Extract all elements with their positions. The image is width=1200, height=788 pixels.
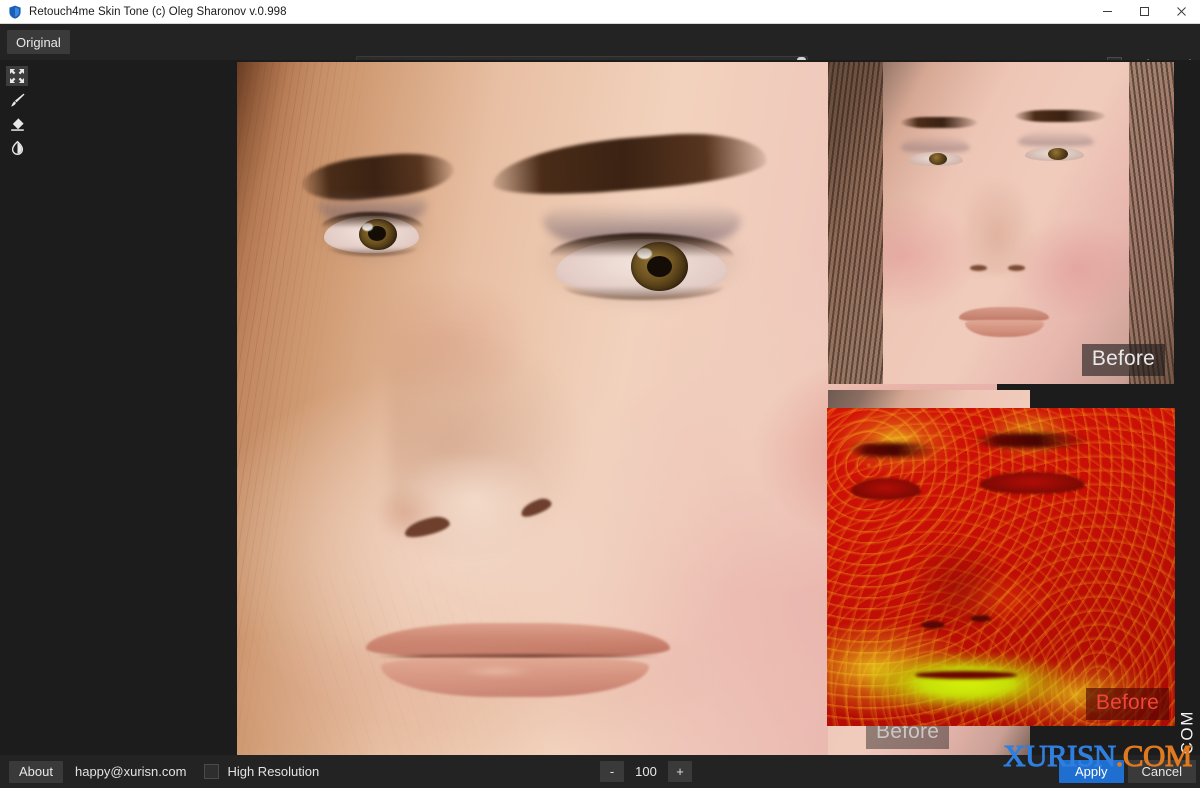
- fit-to-screen-icon[interactable]: [6, 66, 28, 86]
- high-resolution-control[interactable]: High Resolution: [204, 764, 319, 779]
- top-toolbar: Original Blend: 200 Make Mask: [0, 24, 1200, 76]
- window-controls: [1089, 0, 1200, 24]
- brush-icon[interactable]: [6, 90, 28, 110]
- zoom-level-value: 100: [635, 764, 657, 779]
- close-icon[interactable]: [1163, 0, 1200, 24]
- cancel-button[interactable]: Cancel: [1127, 760, 1196, 783]
- action-buttons: Apply Cancel: [1059, 760, 1196, 783]
- license-email: happy@xurisn.com: [74, 764, 187, 779]
- apply-button[interactable]: Apply: [1059, 760, 1124, 783]
- before-badge: Before: [1081, 344, 1165, 376]
- high-resolution-checkbox[interactable]: [204, 764, 220, 779]
- zoom-controls: - 100 +: [600, 761, 692, 782]
- mini-photo-before: [828, 62, 1174, 384]
- minimize-icon[interactable]: [1089, 0, 1126, 24]
- eye-right: [535, 203, 748, 312]
- eye-left: [313, 192, 431, 264]
- zoom-out-button[interactable]: -: [600, 761, 624, 782]
- image-canvas[interactable]: Before Before Before: [34, 60, 1200, 755]
- app-window: Retouch4me Skin Tone (c) Oleg Sharonov v…: [0, 0, 1200, 788]
- contrast-icon[interactable]: [6, 138, 28, 158]
- maximize-icon[interactable]: [1126, 0, 1163, 24]
- shield-icon: [8, 5, 22, 19]
- mask-lips-highlight: [866, 653, 1066, 713]
- thumbnail-before[interactable]: Before: [828, 62, 1174, 384]
- tool-rail: [0, 60, 34, 755]
- zoom-in-button[interactable]: +: [668, 761, 692, 782]
- high-resolution-label: High Resolution: [227, 764, 320, 779]
- original-button[interactable]: Original: [7, 30, 70, 54]
- eraser-icon[interactable]: [6, 114, 28, 134]
- thumbnail-mask-overlay[interactable]: Before: [827, 408, 1175, 726]
- title-bar: Retouch4me Skin Tone (c) Oleg Sharonov v…: [0, 0, 1200, 24]
- status-bar: About happy@xurisn.com High Resolution -…: [0, 755, 1200, 788]
- before-badge-mask: Before: [1085, 688, 1169, 720]
- jaw-shading: [237, 644, 709, 755]
- about-button[interactable]: About: [9, 760, 63, 783]
- window-title: Retouch4me Skin Tone (c) Oleg Sharonov v…: [29, 5, 287, 18]
